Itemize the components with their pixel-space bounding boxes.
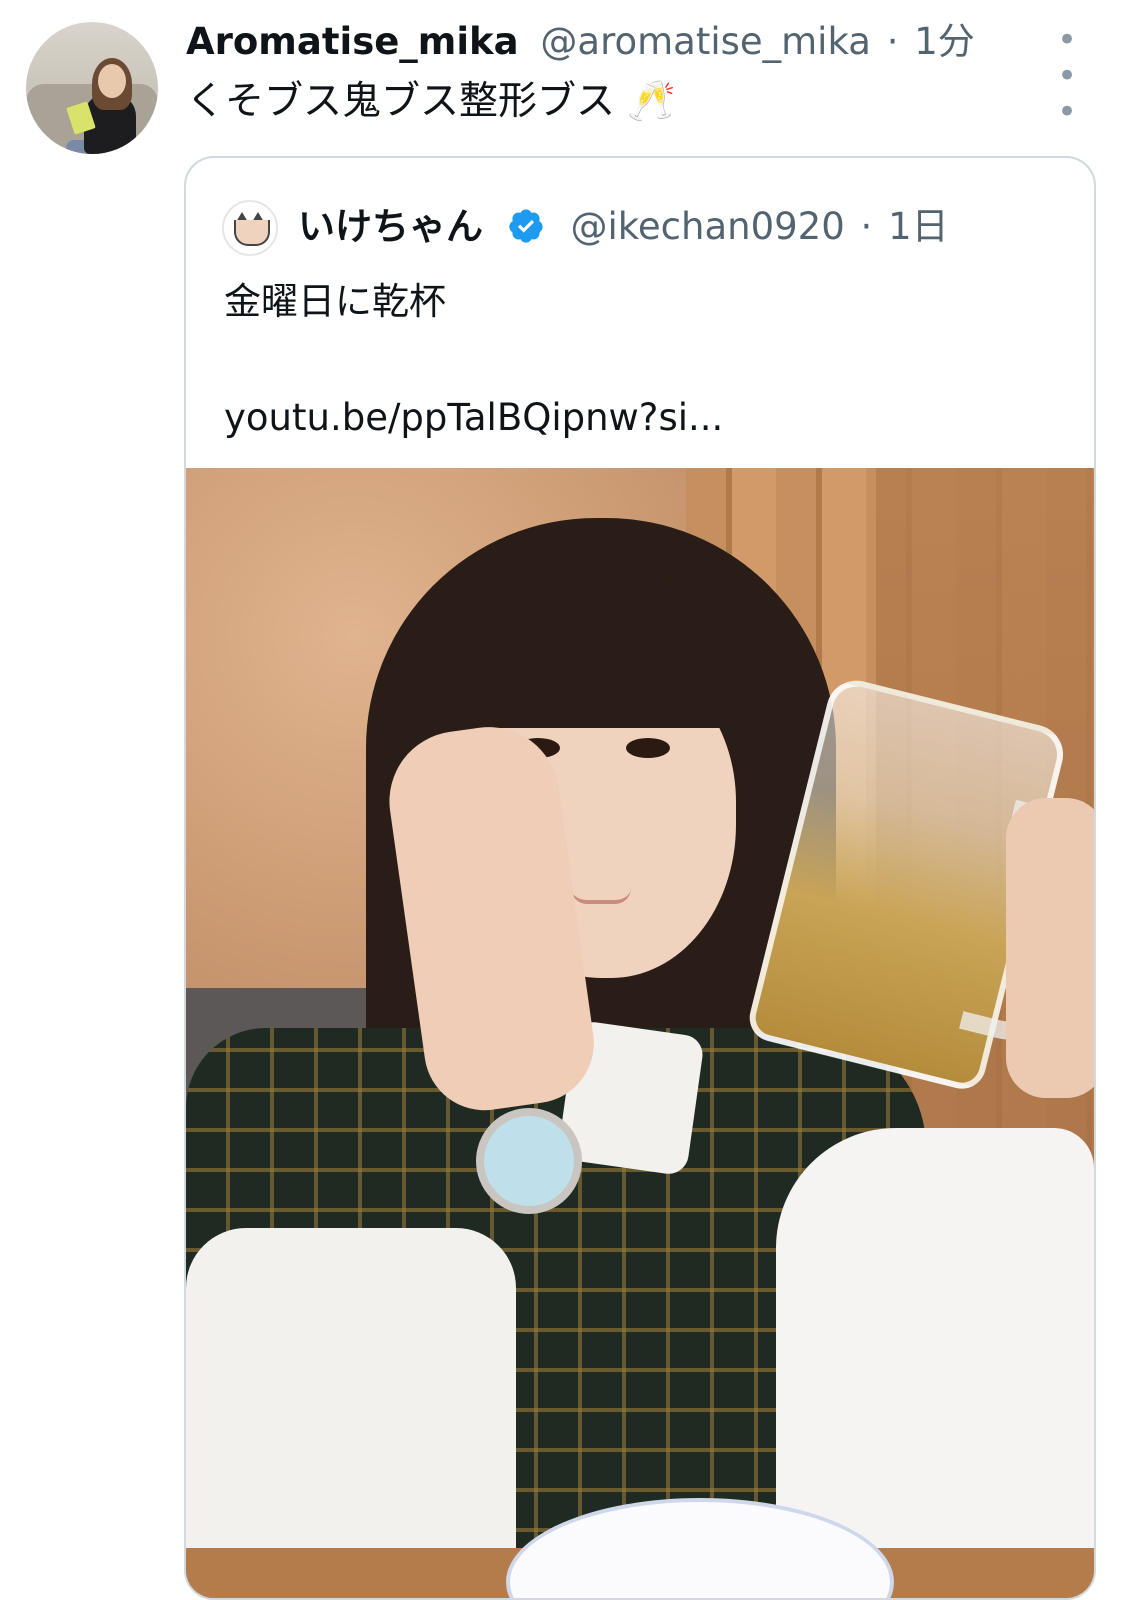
author-handle[interactable]: @aromatise_mika bbox=[540, 20, 871, 63]
author-avatar[interactable] bbox=[26, 22, 158, 154]
quoted-tweet-timestamp[interactable]: 1日 bbox=[888, 205, 949, 248]
quoted-author-name[interactable]: いけちゃん bbox=[298, 205, 483, 248]
cat-face bbox=[234, 220, 270, 246]
quoted-tweet-photo[interactable] bbox=[186, 468, 1094, 1598]
more-options-button[interactable]: • • • bbox=[1040, 22, 1096, 130]
quoted-tweet-header: いけちゃん @ikechan0920 · 1日 bbox=[298, 202, 949, 252]
photo-shirt-left bbox=[186, 1228, 516, 1598]
photo-hand-right bbox=[1006, 798, 1094, 1098]
more-horizontal-icon: • • • bbox=[1056, 20, 1080, 132]
tweet-header: Aromatise_mika @aromatise_mika · 1分 bbox=[186, 20, 975, 64]
photo-mouth bbox=[571, 888, 631, 904]
quoted-tweet[interactable]: いけちゃん @ikechan0920 · 1日 金曜日に乾杯 youtu.be/… bbox=[184, 156, 1096, 1600]
tweet-timestamp[interactable]: 1分 bbox=[914, 20, 975, 63]
verified-badge-icon bbox=[509, 208, 543, 243]
quoted-tweet-link[interactable]: youtu.be/ppTalBQipnw?si... bbox=[224, 392, 723, 444]
quoted-separator-dot: · bbox=[860, 205, 873, 248]
separator-dot: · bbox=[886, 20, 899, 63]
photo-watch bbox=[476, 1108, 582, 1214]
author-name[interactable]: Aromatise_mika bbox=[186, 20, 519, 63]
photo-eye-right bbox=[626, 738, 670, 758]
quoted-tweet-text: 金曜日に乾杯 bbox=[224, 280, 446, 323]
quoted-author-handle[interactable]: @ikechan0920 bbox=[571, 205, 845, 248]
avatar-head bbox=[98, 64, 126, 98]
tweet[interactable]: Aromatise_mika @aromatise_mika · 1分 • • … bbox=[0, 0, 1125, 1600]
tweet-text: くそブス鬼ブス整形ブス 🥂 bbox=[186, 79, 676, 124]
quoted-author-avatar[interactable] bbox=[222, 200, 278, 256]
